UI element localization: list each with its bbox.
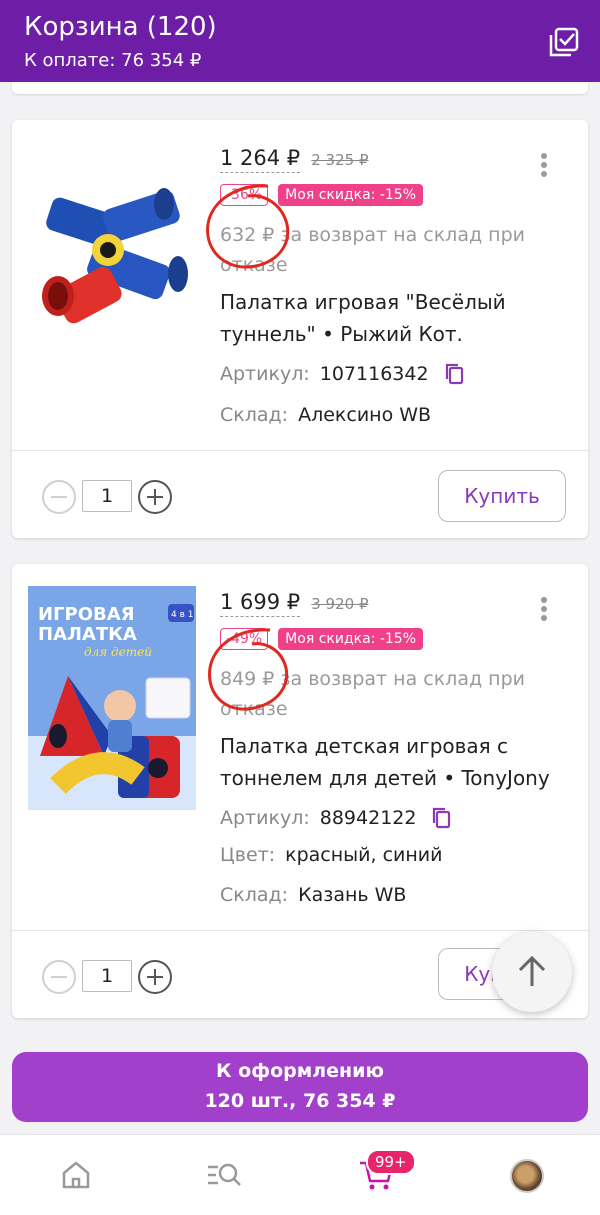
payment-total: К оплате: 76 354 ₽	[24, 50, 202, 71]
quantity-field[interactable]: 1	[82, 960, 132, 992]
current-price: 1 264 ₽	[220, 146, 301, 173]
buy-button[interactable]: Купить	[438, 470, 566, 522]
cart-item-card: 1 264 ₽ 2 325 ₽ -36% Моя скидка: -15% 63…	[12, 120, 588, 538]
old-price: 2 325 ₽	[311, 151, 369, 169]
scroll-to-top-button[interactable]	[492, 932, 572, 1012]
warehouse-label: Склад:	[220, 884, 289, 906]
price-row: 1 264 ₽ 2 325 ₽	[220, 146, 369, 176]
image-heading-2: ПАЛАТКА	[38, 624, 137, 645]
checkout-summary: 120 шт., 76 354 ₽	[204, 1090, 396, 1112]
image-heading-3: для детей	[84, 645, 152, 659]
article-label: Артикул:	[220, 363, 310, 385]
divider	[12, 930, 588, 931]
red-circle-annotation	[208, 628, 289, 711]
color-label: Цвет:	[220, 844, 276, 866]
divider	[12, 450, 588, 451]
product-image[interactable]: ИГРОВАЯ ПАЛАТКА для детей 4 в 1	[28, 586, 196, 810]
previous-card-edge	[12, 82, 588, 94]
home-icon[interactable]	[56, 1155, 96, 1195]
image-badge: 4 в 1	[171, 610, 193, 620]
copy-icon[interactable]	[430, 806, 452, 830]
catalog-search-icon[interactable]	[204, 1155, 244, 1195]
product-image[interactable]	[28, 140, 196, 364]
current-price: 1 699 ₽	[220, 590, 301, 617]
warehouse-value: Алексино WB	[298, 404, 432, 426]
quantity-decrease-button[interactable]	[42, 480, 76, 514]
article-row: Артикул: 88942122	[220, 806, 452, 830]
warehouse-row: Склад: Казань WB	[220, 884, 406, 906]
article-row: Артикул: 107116342	[220, 362, 465, 386]
article-label: Артикул:	[220, 807, 310, 829]
red-circle-annotation	[206, 184, 290, 269]
profile-avatar[interactable]	[510, 1159, 544, 1193]
cart-count-badge: 99+	[366, 1149, 416, 1175]
more-options-icon[interactable]	[540, 596, 548, 622]
quantity-field[interactable]: 1	[82, 480, 132, 512]
price-row: 1 699 ₽ 3 920 ₽	[220, 590, 369, 620]
article-value: 107116342	[319, 363, 429, 385]
warehouse-label: Склад:	[220, 404, 289, 426]
bottom-navigation: 99+	[0, 1134, 600, 1215]
quantity-increase-button[interactable]	[138, 960, 172, 994]
checkbox-checked-icon[interactable]	[548, 26, 580, 58]
color-row: Цвет: красный, синий	[220, 844, 443, 866]
header-bar: Корзина (120) К оплате: 76 354 ₽	[0, 0, 600, 82]
article-value: 88942122	[319, 807, 417, 829]
product-name[interactable]: Палатка игровая "Весёлый туннель" • Рыжи…	[220, 286, 560, 350]
old-price: 3 920 ₽	[311, 595, 369, 613]
more-options-icon[interactable]	[540, 152, 548, 178]
product-name[interactable]: Палатка детская игровая с тоннелем для д…	[220, 730, 560, 794]
copy-icon[interactable]	[443, 362, 465, 386]
checkout-button[interactable]: К оформлению 120 шт., 76 354 ₽	[12, 1052, 588, 1122]
warehouse-row: Склад: Алексино WB	[220, 404, 431, 426]
arrow-up-icon	[518, 955, 546, 986]
quantity-decrease-button[interactable]	[42, 960, 76, 994]
quantity-increase-button[interactable]	[138, 480, 172, 514]
page-title: Корзина (120)	[24, 12, 217, 42]
warehouse-value: Казань WB	[298, 884, 407, 906]
color-value: красный, синий	[285, 844, 443, 866]
image-heading-1: ИГРОВАЯ	[38, 604, 135, 625]
checkout-label: К оформлению	[216, 1060, 384, 1082]
